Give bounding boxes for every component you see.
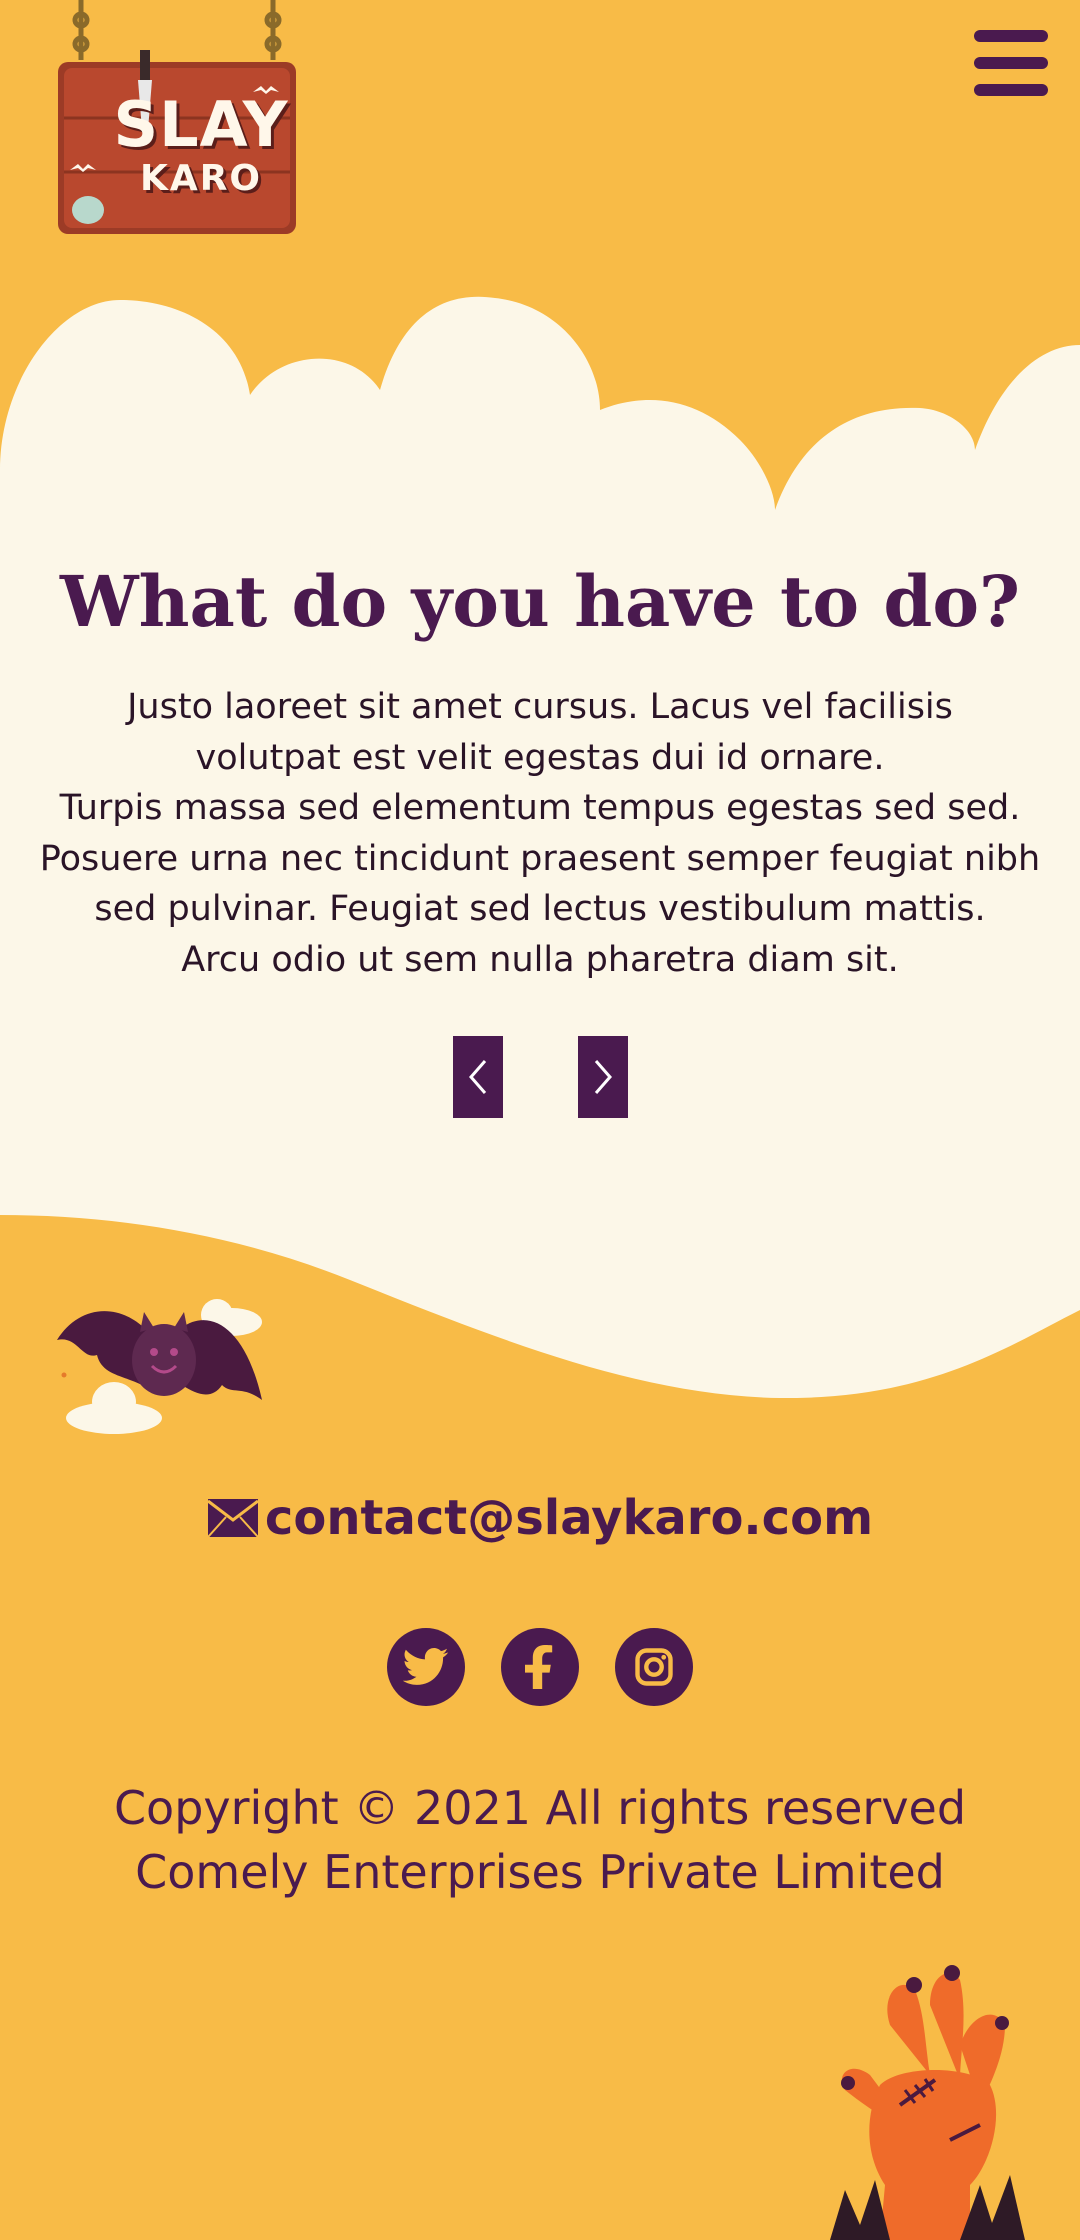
copyright-line: Copyright © 2021 All rights reserved xyxy=(113,1781,967,1835)
facebook-button[interactable] xyxy=(501,1628,579,1706)
logo-text-slay: SLAY xyxy=(113,88,289,161)
zombie-hand-illustration xyxy=(830,1965,1025,2240)
brand-logo[interactable]: SLAY KARO xyxy=(48,0,318,255)
cloud-background xyxy=(0,296,1080,1399)
paragraph-line: volutpat est velit egestas dui id ornare… xyxy=(195,737,885,778)
paragraph-line: Justo laoreet sit amet cursus. Lacus vel… xyxy=(127,687,953,727)
copyright: Copyright © 2021 All rights reserved Com… xyxy=(0,1776,1080,1904)
envelope-icon xyxy=(206,1499,259,1538)
instagram-icon xyxy=(635,1648,673,1686)
chevron-left-icon xyxy=(469,1060,487,1094)
menu-bar xyxy=(974,84,1048,96)
logo-text-karo: KARO xyxy=(139,158,263,199)
menu-bar xyxy=(974,30,1048,42)
bat-illustration xyxy=(57,1299,262,1434)
section-title: What do you have to do? xyxy=(59,560,1021,643)
copyright-line: Comely Enterprises Private Limited xyxy=(135,1845,945,1899)
next-button[interactable] xyxy=(578,1036,628,1118)
paragraph-line: Turpis massa sed elementum tempus egesta… xyxy=(59,788,1021,828)
facebook-icon xyxy=(525,1645,553,1689)
instagram-button[interactable] xyxy=(615,1628,693,1706)
contact-email[interactable]: contact@slaykaro.com xyxy=(0,1490,1080,1546)
paragraph-line: Posuere urna nec tincidunt praesent semp… xyxy=(39,838,1041,879)
email-link[interactable]: contact@slaykaro.com xyxy=(265,1490,873,1546)
paragraph-line: Arcu odio ut sem nulla pharetra diam sit… xyxy=(181,939,899,980)
previous-button[interactable] xyxy=(453,1036,503,1118)
chevron-right-icon xyxy=(594,1060,612,1094)
twitter-button[interactable] xyxy=(387,1628,465,1706)
hamburger-menu-icon[interactable] xyxy=(974,30,1048,96)
twitter-icon xyxy=(403,1648,449,1685)
menu-bar xyxy=(974,57,1048,69)
section-description: Justo laoreet sit amet cursus. Lacus vel… xyxy=(20,682,1060,985)
paragraph-line: sed pulvinar. Feugiat sed lectus vestibu… xyxy=(94,889,986,929)
